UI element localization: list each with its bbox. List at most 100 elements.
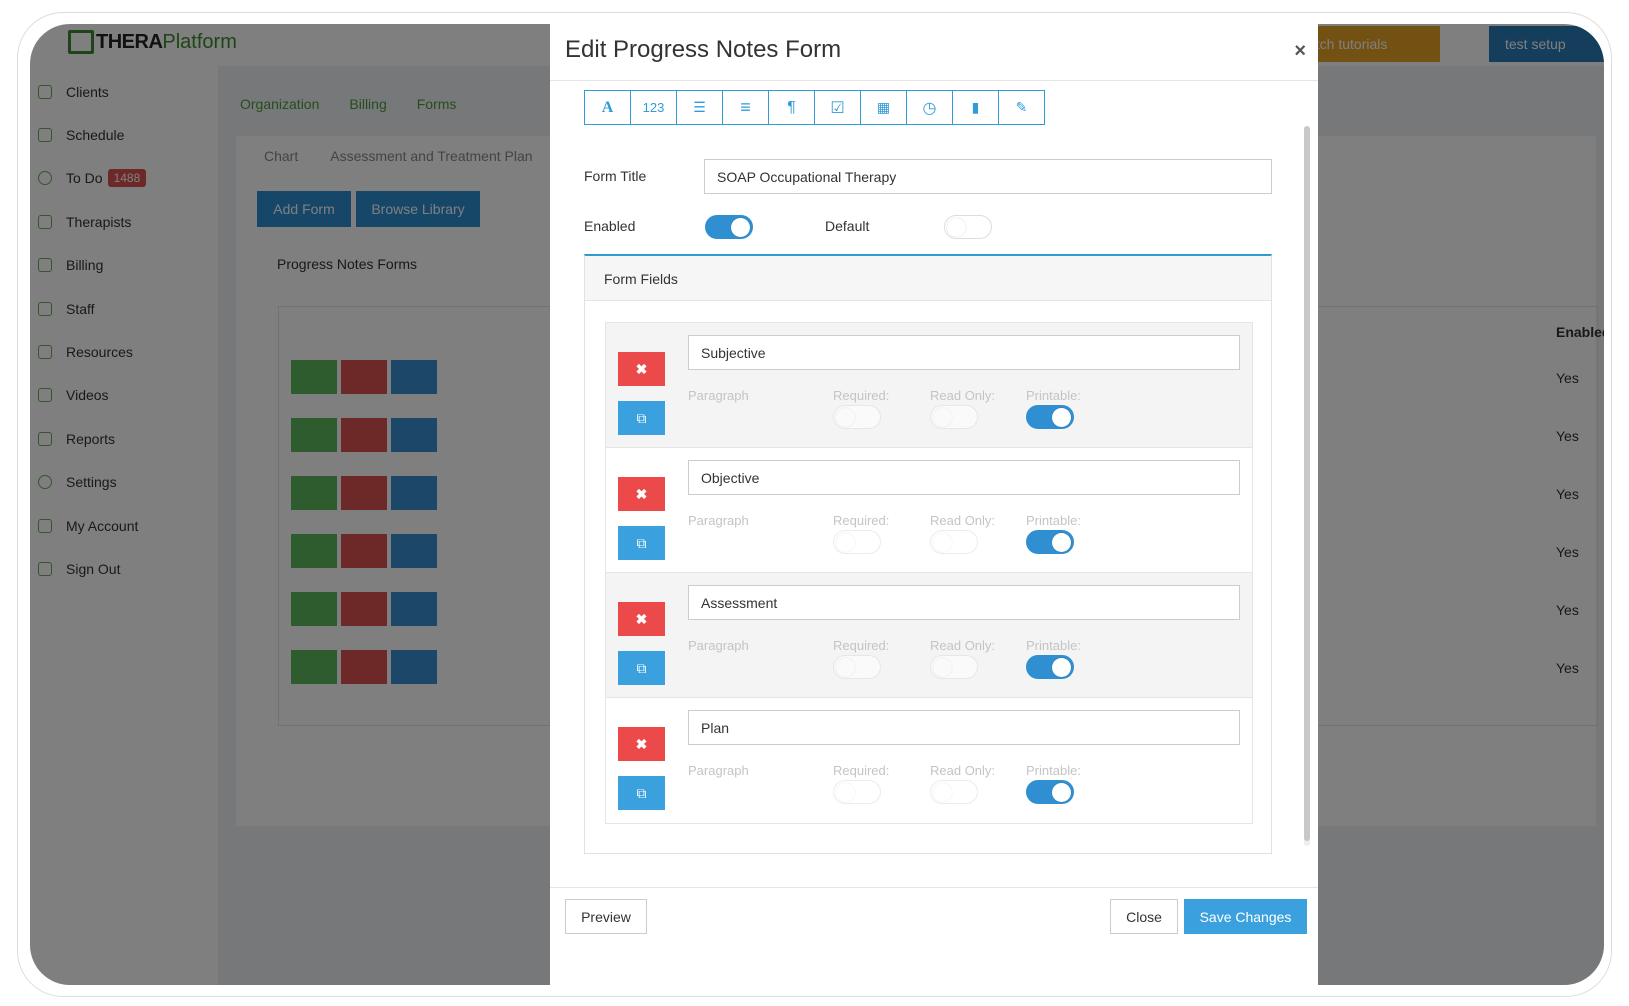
scrollbar-thumb[interactable] <box>1304 126 1310 841</box>
required-toggle[interactable] <box>833 655 881 679</box>
number-icon[interactable]: 123 <box>630 90 677 125</box>
printable-label: Printable: <box>1026 388 1081 403</box>
default-toggle[interactable] <box>944 215 992 239</box>
list-item: ✖ ⧉ Plan Paragraph Required: Read Only: … <box>606 698 1252 823</box>
calendar-icon[interactable]: ▦ <box>860 90 907 125</box>
header-divider <box>550 80 1318 81</box>
required-label: Required: <box>833 763 890 778</box>
toggle-knob <box>947 218 966 237</box>
field-type-label: Paragraph <box>688 638 749 653</box>
form-title-label: Form Title <box>584 168 647 184</box>
toggle-knob <box>933 408 952 427</box>
preview-button[interactable]: Preview <box>565 899 647 934</box>
copy-icon: ⧉ <box>636 784 647 801</box>
read-only-label: Read Only: <box>930 763 996 778</box>
read-only-toggle[interactable] <box>930 655 978 679</box>
printable-toggle[interactable] <box>1026 780 1074 804</box>
toolbar-glyph: ◷ <box>922 99 937 117</box>
read-only-toggle[interactable] <box>930 780 978 804</box>
form-fields-header: Form Fields <box>585 256 1271 301</box>
toolbar-glyph: ☰ <box>693 99 706 115</box>
modal-scrollbar[interactable] <box>1304 126 1310 846</box>
read-only-toggle[interactable] <box>930 530 978 554</box>
read-only-label: Read Only: <box>930 638 996 653</box>
field-name-input[interactable]: Subjective <box>688 335 1240 370</box>
required-label: Required: <box>833 513 890 528</box>
close-icon: ✖ <box>635 485 648 502</box>
toolbar-glyph: ☑ <box>830 99 845 117</box>
modal-title: Edit Progress Notes Form <box>565 36 842 63</box>
copy-icon: ⧉ <box>636 409 647 426</box>
printable-label: Printable: <box>1026 638 1081 653</box>
clock-icon[interactable]: ◷ <box>906 90 953 125</box>
delete-field-button[interactable]: ✖ <box>618 477 665 511</box>
toolbar-glyph: ▮ <box>971 99 980 115</box>
field-type-label: Paragraph <box>688 763 749 778</box>
save-changes-button[interactable]: Save Changes <box>1184 899 1307 934</box>
form-fields-panel: Form Fields ✖ ⧉ Subjective Paragraph Req… <box>584 254 1272 854</box>
toggle-knob <box>836 533 855 552</box>
read-only-toggle[interactable] <box>930 405 978 429</box>
screen: THERA Platform atch tutorials test setup… <box>30 24 1604 985</box>
duplicate-field-button[interactable]: ⧉ <box>618 526 665 560</box>
toggle-knob <box>836 783 855 802</box>
toggle-knob <box>1052 408 1071 427</box>
form-title-input[interactable]: SOAP Occupational Therapy <box>704 159 1272 194</box>
copy-icon: ⧉ <box>636 534 647 551</box>
toggle-knob <box>1052 658 1071 677</box>
bulleted-list-icon[interactable]: ☰ <box>676 90 723 125</box>
toggle-knob <box>1052 783 1071 802</box>
close-icon[interactable]: × <box>1294 40 1306 63</box>
field-name-input[interactable]: Objective <box>688 460 1240 495</box>
field-name-input[interactable]: Plan <box>688 710 1240 745</box>
toolbar-glyph: ¶ <box>787 98 796 116</box>
paragraph-icon[interactable]: ¶ <box>768 90 815 125</box>
toolbar-glyph: 123 <box>642 100 665 115</box>
printable-label: Printable: <box>1026 763 1081 778</box>
read-only-label: Read Only: <box>930 513 996 528</box>
edit-icon[interactable]: ✎ <box>998 90 1045 125</box>
required-toggle[interactable] <box>833 780 881 804</box>
read-only-label: Read Only: <box>930 388 996 403</box>
required-toggle[interactable] <box>833 530 881 554</box>
required-label: Required: <box>833 638 890 653</box>
close-icon: ✖ <box>635 610 648 627</box>
close-button[interactable]: Close <box>1110 899 1178 934</box>
checkbox-icon[interactable]: ☑ <box>814 90 861 125</box>
default-label: Default <box>825 218 870 234</box>
delete-field-button[interactable]: ✖ <box>618 352 665 386</box>
toggle-knob <box>933 658 952 677</box>
toggle-knob <box>933 783 952 802</box>
printable-toggle[interactable] <box>1026 655 1074 679</box>
toolbar-glyph: ▦ <box>876 99 891 115</box>
duplicate-field-button[interactable]: ⧉ <box>618 651 665 685</box>
form-fields-list: ✖ ⧉ Subjective Paragraph Required: Read … <box>605 322 1253 824</box>
field-name-input[interactable]: Assessment <box>688 585 1240 620</box>
list-item: ✖ ⧉ Assessment Paragraph Required: Read … <box>606 573 1252 698</box>
field-type-toolbar: A 123 ☰ ≡ ¶ ☑ ▦ ◷ ▮ ✎ <box>584 90 1045 125</box>
list-item: ✖ ⧉ Objective Paragraph Required: Read O… <box>606 448 1252 573</box>
footer-divider <box>550 887 1318 888</box>
edit-form-modal: Edit Progress Notes Form × A 123 ☰ ≡ ¶ ☑… <box>550 24 1318 985</box>
delete-field-button[interactable]: ✖ <box>618 727 665 761</box>
duplicate-field-button[interactable]: ⧉ <box>618 401 665 435</box>
copy-icon: ⧉ <box>636 659 647 676</box>
required-toggle[interactable] <box>833 405 881 429</box>
text-icon[interactable]: A <box>584 90 631 125</box>
enabled-label: Enabled <box>584 218 636 234</box>
toggle-knob <box>836 408 855 427</box>
toolbar-glyph: ≡ <box>740 97 751 117</box>
list-item: ✖ ⧉ Subjective Paragraph Required: Read … <box>606 323 1252 448</box>
toolbar-glyph: A <box>601 98 614 116</box>
printable-toggle[interactable] <box>1026 530 1074 554</box>
duplicate-field-button[interactable]: ⧉ <box>618 776 665 810</box>
lines-icon[interactable]: ≡ <box>722 90 769 125</box>
toggle-knob <box>836 658 855 677</box>
printable-toggle[interactable] <box>1026 405 1074 429</box>
toggle-knob <box>933 533 952 552</box>
required-label: Required: <box>833 388 890 403</box>
bookmark-icon[interactable]: ▮ <box>952 90 999 125</box>
enabled-toggle[interactable] <box>705 215 753 239</box>
close-icon: ✖ <box>635 360 648 377</box>
delete-field-button[interactable]: ✖ <box>618 602 665 636</box>
